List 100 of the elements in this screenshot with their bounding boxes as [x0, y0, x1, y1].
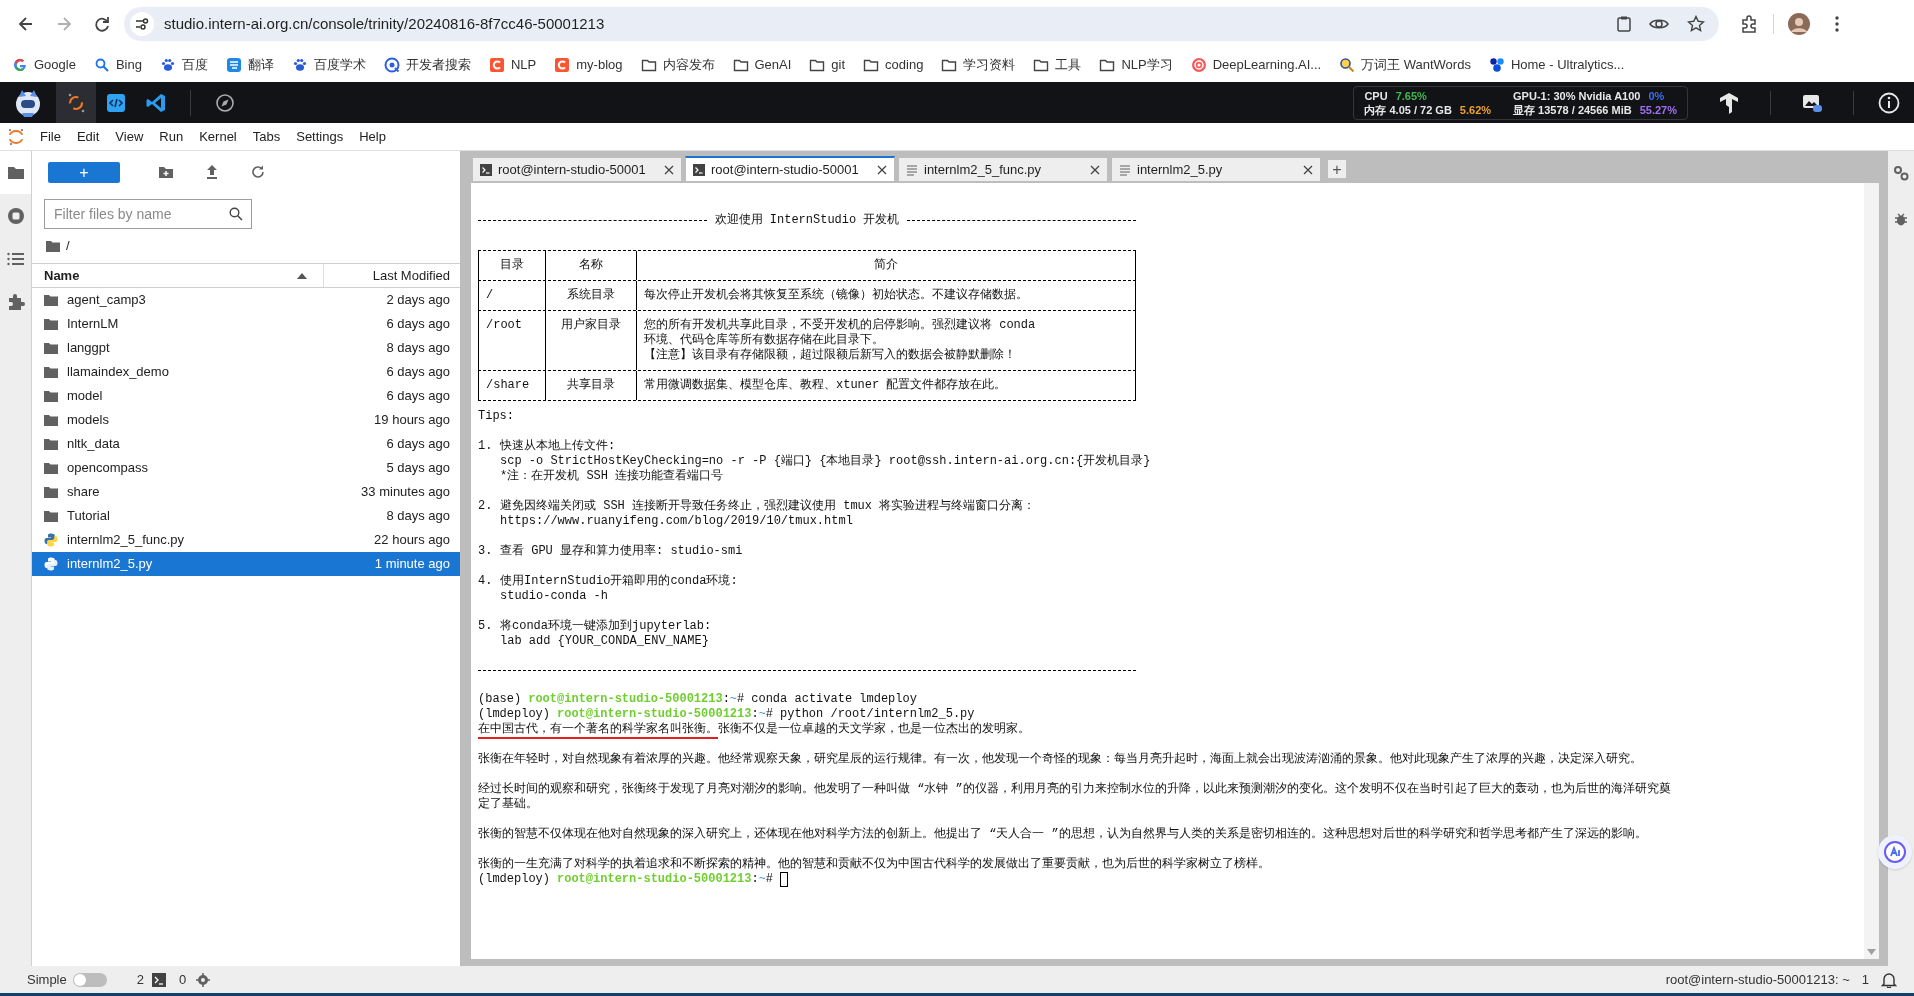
more-menu-icon[interactable] [1834, 15, 1840, 33]
file-row[interactable]: opencompass 5 days ago [32, 456, 460, 480]
bookmark[interactable]: coding [863, 55, 924, 75]
prompt-separator: : [722, 692, 730, 707]
file-row[interactable]: InternLM 6 days ago [32, 312, 460, 336]
menu-item[interactable]: Run [151, 126, 192, 147]
refresh-icon[interactable] [250, 164, 266, 180]
column-header[interactable]: Name [32, 264, 324, 287]
new-launcher-button[interactable]: + [48, 161, 120, 183]
info-icon[interactable] [1878, 91, 1900, 114]
bell-icon[interactable] [1881, 971, 1897, 988]
file-row[interactable]: internlm2_5_func.py 22 hours ago [32, 528, 460, 552]
bookmark[interactable]: NLP [488, 55, 537, 75]
output-text: 张衡不仅是一位卓越的天文学家，也是一位杰出的发明家。 [718, 722, 1030, 737]
bookmark[interactable]: my-blog [554, 55, 623, 75]
table-cell: /share [478, 371, 545, 400]
bookmark[interactable]: Google [12, 55, 76, 75]
bookmark[interactable]: 百度学术 [291, 55, 366, 75]
filter-field[interactable]: Filter files by name [44, 199, 252, 229]
bug-icon[interactable] [1893, 211, 1909, 227]
modified-time: 33 minutes ago [361, 483, 450, 502]
bookmark[interactable]: Bing [93, 55, 142, 75]
bookmark[interactable]: GenAI [732, 55, 792, 75]
file-row[interactable]: model 6 days ago [32, 384, 460, 408]
close-icon[interactable] [1090, 164, 1100, 175]
file-row[interactable]: nltk_data 6 days ago [32, 432, 460, 456]
table-cell: 系统目录 [545, 281, 636, 310]
file-row[interactable]: llamaindex_demo 6 days ago [32, 360, 460, 384]
menu-item[interactable]: File [32, 126, 69, 147]
editor-tab[interactable]: internlm2_5.py [1111, 157, 1321, 182]
welcome-title: 欢迎使用 InternStudio 开发机 [714, 213, 900, 228]
property-inspector-icon[interactable] [1893, 165, 1909, 181]
file-row[interactable]: Tutorial 8 days ago [32, 504, 460, 528]
close-icon[interactable] [877, 164, 887, 175]
site-icon [12, 57, 28, 73]
table-cell: 您的所有开发机共享此目录，不受开发机的启停影响。强烈建议将 conda 环境、代码仓库等所有数据存储在此目录下。 【注意】该目录有存储限额，超过限额后新写入的数据会被静默删除！ [636, 311, 1136, 370]
menu-item[interactable]: Help [351, 126, 394, 147]
reload-icon[interactable] [92, 14, 112, 34]
file-row[interactable]: langgpt 8 days ago [32, 336, 460, 360]
output-text: 张衡在年轻时，对自然现象有着浓厚的兴趣。他经常观察天象，研究星辰的运行规律。有一次，他发现一个奇怪的现象：每当月亮升起时，海面上就会出现波涛汹涌的景象。他对此现象产生了浓厚的兴趣，决定深入研究。 [478, 752, 1642, 767]
folder-icon [941, 57, 958, 73]
bookmark[interactable]: 工具 [1033, 55, 1082, 75]
address-bar[interactable]: studio.intern-ai.org.cn/console/trinity/20240816-8f7cc46-50001213 [124, 7, 1719, 41]
menu-item[interactable]: Settings [288, 126, 352, 147]
tensorflow-icon[interactable] [1718, 91, 1740, 114]
modified-time: 6 days ago [386, 363, 450, 382]
site-icon [225, 57, 242, 73]
close-icon[interactable] [1303, 164, 1313, 175]
output-text: 张衡的智慧不仅体现在他对自然现象的深入研究上，还体现在他对科学方法的创新上。他提出了 “天人合一 ”的思想，认为自然界与人类的关系是密切相连的。这种思想对后世的科学研究和哲学思考都产生了深远的影响。 [478, 827, 1647, 842]
bookmark[interactable]: 内容发布 [640, 55, 715, 75]
site-icon [488, 57, 505, 73]
close-icon[interactable] [664, 164, 674, 175]
site-settings-icon[interactable] [134, 16, 150, 32]
simple-mode-toggle[interactable] [72, 972, 107, 987]
file-row[interactable]: models 19 hours ago [32, 408, 460, 432]
menu-item[interactable]: Kernel [191, 126, 245, 147]
sidebar-tab[interactable] [0, 151, 31, 194]
bookmark[interactable]: 翻译 [225, 55, 274, 75]
bookmark[interactable]: 学习资料 [941, 55, 1016, 75]
stop-circle-icon [5, 205, 26, 226]
bookmark[interactable]: 万词王 WantWords [1339, 55, 1471, 75]
conda-env-label: (lmdeploy) [478, 707, 550, 722]
prompt-symbol: # [765, 707, 774, 722]
avatar-icon[interactable] [1788, 13, 1810, 35]
kernel-icon [196, 972, 211, 987]
bookmark[interactable]: DeepLearning.AI... [1190, 55, 1322, 75]
bookmark[interactable]: 开发者搜索 [383, 55, 471, 75]
extensions-icon[interactable] [1739, 14, 1759, 34]
column-header[interactable]: Last Modified [324, 264, 460, 287]
terminal-line: 避免因终端关闭或 SSH 连接断开导致任务终止，强烈建议使用 tmux 将实验进程与终端窗口分离： [500, 499, 1036, 514]
clipboard-icon[interactable] [1615, 15, 1633, 33]
bookmark[interactable]: Home - Ultralytics... [1488, 55, 1625, 75]
bookmark[interactable]: NLP学习 [1099, 55, 1173, 75]
file-row[interactable]: agent_camp3 2 days ago [32, 288, 460, 312]
menu-item[interactable]: Tabs [244, 126, 289, 147]
editor-tab[interactable]: root@intern-studio-50001 [685, 156, 895, 182]
terminal-icon [693, 163, 705, 176]
app-switcher-button[interactable] [56, 82, 96, 123]
terminal-location: root@intern-studio-50001213: ~ [1665, 970, 1850, 989]
new-tab-button[interactable]: + [1327, 159, 1347, 179]
file-row[interactable]: share 33 minutes ago [32, 480, 460, 504]
menu-item[interactable]: View [107, 126, 152, 147]
tip-number: 1. [478, 439, 494, 455]
terminal-cursor [780, 872, 789, 887]
menu-item[interactable]: Edit [68, 126, 108, 147]
folder-icon [46, 240, 60, 252]
bookmark[interactable]: 百度 [159, 55, 208, 75]
python-file-icon [44, 557, 58, 571]
file-row[interactable]: internlm2_5.py 1 minute ago [32, 552, 460, 576]
stat-label: GPU-1: 30% Nvidia A100 [1513, 88, 1641, 103]
folder-icon [1033, 57, 1050, 73]
star-icon[interactable] [1687, 15, 1705, 33]
editor-tab[interactable]: internlm2_5_func.py [898, 157, 1108, 182]
site-icon [383, 57, 400, 73]
upload-icon[interactable] [204, 164, 220, 180]
bookmark[interactable]: git [809, 55, 846, 75]
breadcrumb-link[interactable]: / [66, 236, 70, 256]
new-folder-icon[interactable] [158, 164, 174, 180]
terminal-icon [480, 163, 492, 176]
editor-tab[interactable]: root@intern-studio-50001 [472, 157, 682, 182]
